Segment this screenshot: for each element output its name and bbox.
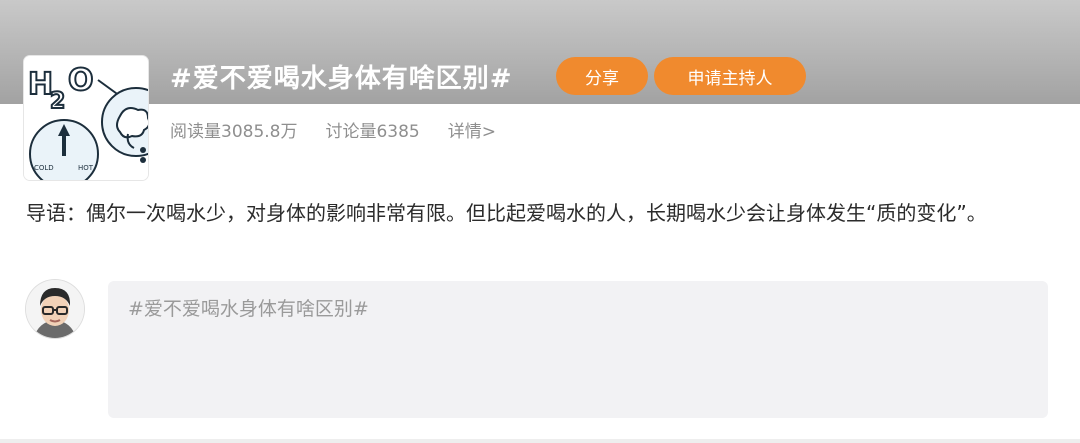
svg-text:2: 2	[50, 89, 65, 114]
details-link[interactable]: 详情>	[448, 117, 496, 142]
post-composer-input[interactable]: #爱不爱喝水身体有啥区别#	[108, 281, 1048, 418]
divider	[0, 439, 1080, 443]
discussion-count: 讨论量6385	[325, 122, 420, 142]
svg-text:O: O	[68, 63, 94, 98]
read-count: 阅读量3085.8万	[170, 122, 298, 142]
topic-thumbnail: H 2 O COLD HOT	[24, 56, 148, 180]
topic-title: #爱不爱喝水身体有啥区别#	[170, 64, 513, 94]
avatar[interactable]	[26, 280, 84, 338]
topic-stats: 阅读量3085.8万 讨论量6385 详情>	[170, 117, 496, 142]
svg-text:HOT: HOT	[78, 164, 94, 172]
composer-text: #爱不爱喝水身体有啥区别#	[128, 298, 369, 320]
topic-intro: 导语：偶尔一次喝水少，对身体的影响非常有限。但比起爱喝水的人，长期喝水少会让身体…	[26, 201, 987, 225]
share-button[interactable]: 分享	[556, 57, 648, 95]
svg-text:COLD: COLD	[34, 164, 54, 172]
user-avatar-icon	[26, 280, 84, 338]
apply-host-button[interactable]: 申请主持人	[654, 57, 806, 95]
h2o-illustration-icon: H 2 O COLD HOT	[24, 56, 148, 180]
header-banner	[0, 0, 1080, 104]
